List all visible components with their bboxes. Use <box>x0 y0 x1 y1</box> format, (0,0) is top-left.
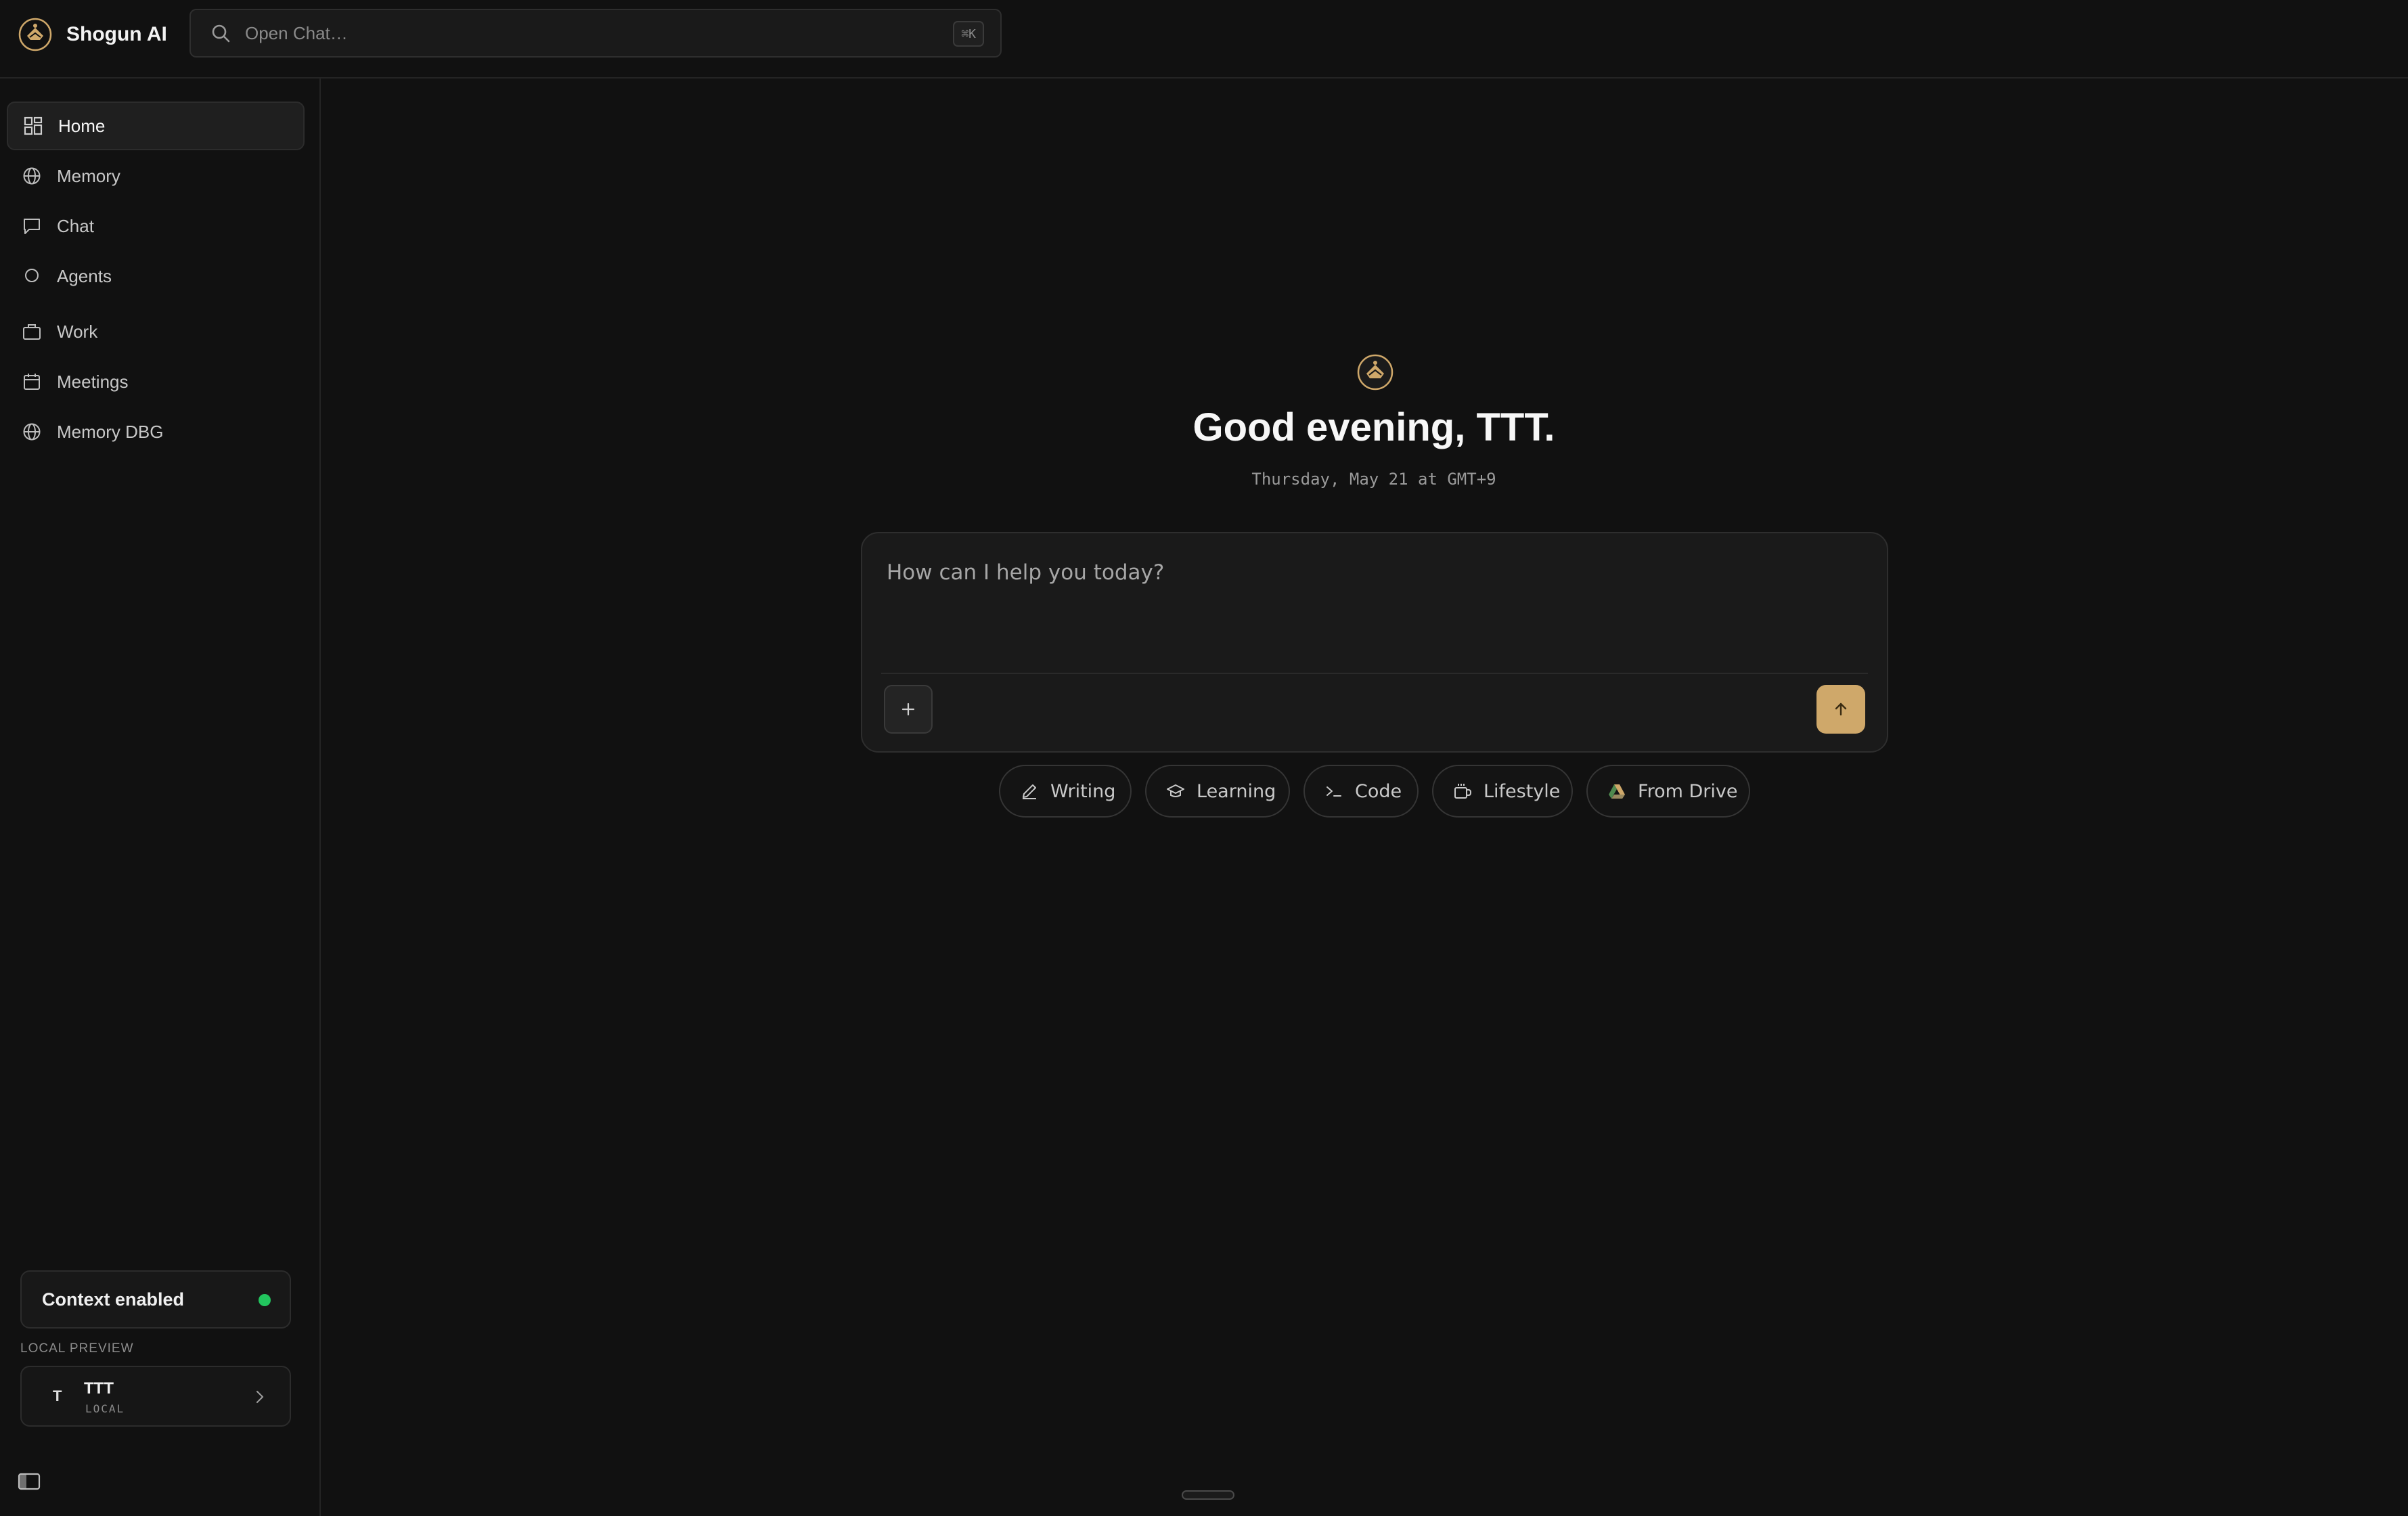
context-status-dot <box>259 1294 271 1306</box>
graduation-cap-icon <box>1167 784 1184 797</box>
chip-label: Learning <box>1197 780 1276 802</box>
briefcase-icon <box>23 324 41 340</box>
chip-label: Writing <box>1050 780 1116 802</box>
sidebar: Home Memory Chat Agents Work Meetings Me… <box>0 79 321 1516</box>
globe-icon <box>23 167 41 185</box>
composer: How can I help you today? <box>861 532 1888 753</box>
sidebar-item-home[interactable]: Home <box>7 102 305 150</box>
pencil-icon <box>1023 784 1036 799</box>
brand[interactable]: Shogun AI <box>18 16 167 53</box>
date-line: Thursday, May 21 at GMT+9 <box>1251 470 1496 489</box>
sidebar-item-memory-dbg[interactable]: Memory DBG <box>7 407 305 456</box>
sidebar-item-meetings[interactable]: Meetings <box>7 357 305 406</box>
user-environment: LOCAL <box>85 1402 125 1415</box>
terminal-icon <box>1326 786 1341 797</box>
google-drive-icon <box>1609 784 1625 799</box>
user-card[interactable]: T TTT LOCAL <box>20 1366 291 1427</box>
chip-code[interactable]: Code <box>1303 765 1419 818</box>
sidebar-item-label: Chat <box>57 215 94 236</box>
chip-label: Lifestyle <box>1484 780 1561 802</box>
chip-writing[interactable]: Writing <box>999 765 1132 818</box>
sidebar-toggle-icon[interactable] <box>18 1471 41 1492</box>
chevron-right-icon <box>256 1390 264 1404</box>
sidebar-item-agents[interactable]: Agents <box>7 252 305 300</box>
grid-icon <box>24 116 43 135</box>
sidebar-item-chat[interactable]: Chat <box>7 202 305 250</box>
context-toggle[interactable]: Context enabled <box>20 1270 291 1329</box>
greeting-heading: Good evening, TTT. <box>1192 405 1555 449</box>
suggestion-chips: Writing Learning Code Lifestyle From Dri… <box>999 765 1750 819</box>
sidebar-item-label: Work <box>57 321 98 342</box>
sidebar-item-label: Memory <box>57 165 120 186</box>
search-icon <box>212 24 230 43</box>
globe-icon <box>23 423 41 441</box>
sidebar-item-label: Meetings <box>57 371 129 392</box>
prompt-input[interactable]: How can I help you today? <box>887 560 1834 585</box>
sidebar-item-memory[interactable]: Memory <box>7 152 305 200</box>
shortcut-badge: ⌘K <box>953 21 984 47</box>
arrow-up-icon <box>1835 703 1847 716</box>
chip-lifestyle[interactable]: Lifestyle <box>1432 765 1573 818</box>
chip-from-drive[interactable]: From Drive <box>1586 765 1750 818</box>
calendar-icon <box>24 374 40 390</box>
sidebar-item-label: Agents <box>57 265 112 286</box>
user-name: TTT <box>84 1379 114 1398</box>
chip-learning[interactable]: Learning <box>1145 765 1290 818</box>
circle-icon <box>25 269 39 282</box>
sidebar-item-label: Memory DBG <box>57 421 164 442</box>
chip-label: From Drive <box>1638 780 1738 802</box>
top-bar: Shogun AI Open Chat… ⌘K <box>0 0 2408 79</box>
add-attachment-button[interactable] <box>884 685 933 734</box>
search-bar[interactable]: Open Chat… ⌘K <box>189 9 1002 58</box>
coffee-cup-icon <box>1454 784 1472 799</box>
avatar: T <box>53 1387 62 1404</box>
plus-icon <box>901 703 915 716</box>
app-name: Shogun AI <box>66 23 167 45</box>
sidebar-item-label: Home <box>58 115 106 136</box>
send-button[interactable] <box>1816 685 1865 734</box>
message-square-icon <box>24 219 40 234</box>
sidebar-item-work[interactable]: Work <box>7 307 305 356</box>
resize-handle[interactable] <box>1182 1490 1234 1500</box>
shogun-logo-icon <box>1357 354 1393 391</box>
search-placeholder: Open Chat… <box>245 22 348 43</box>
local-preview-label: LOCAL PREVIEW <box>20 1341 134 1356</box>
chip-label: Code <box>1355 780 1402 802</box>
composer-divider <box>881 673 1868 674</box>
shogun-logo-icon <box>18 18 52 51</box>
context-label: Context enabled <box>42 1289 185 1310</box>
